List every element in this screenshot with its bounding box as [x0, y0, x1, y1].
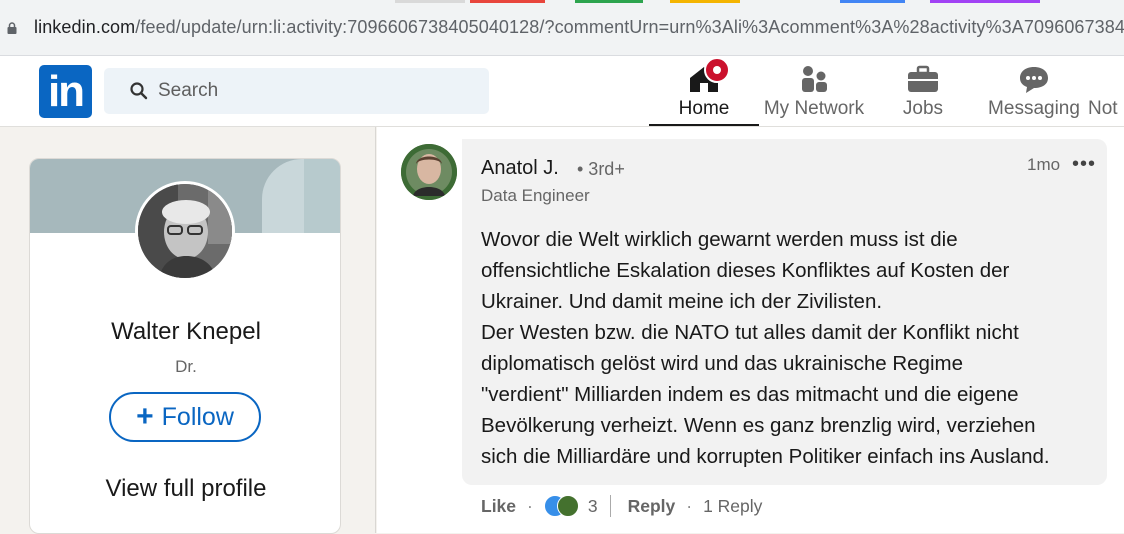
comment-timestamp: 1mo	[1027, 155, 1061, 174]
reply-button[interactable]: Reply	[628, 496, 676, 517]
comment-line: Bevölkerung verheizt. Wenn es ganz brenz…	[481, 414, 1036, 437]
reaction-icons[interactable]	[543, 495, 582, 517]
profile-card: Walter Knepel Dr. + Follow View full pro…	[29, 158, 341, 534]
portrait-image	[138, 184, 232, 278]
nav-notifications-label: Not	[1088, 98, 1118, 119]
commenter-avatar[interactable]	[401, 144, 457, 200]
nav-home-label: Home	[678, 98, 730, 119]
people-icon	[802, 66, 827, 92]
profile-name[interactable]: Walter Knepel	[30, 318, 340, 346]
nav-jobs[interactable]: Jobs	[878, 56, 968, 126]
like-button[interactable]: Like	[481, 496, 516, 517]
comment-thread: Anatol J. • 3rd+ Data Engineer 1mo ••• W…	[377, 127, 1124, 533]
comment-line: diplomatisch gelöst wird und das ukraini…	[481, 352, 963, 375]
url-text[interactable]: linkedin.com/feed/update/urn:li:activity…	[34, 17, 1124, 38]
view-full-profile-link[interactable]: View full profile	[30, 475, 340, 503]
notification-badge	[704, 57, 730, 83]
comment-line: Der Westen bzw. die NATO tut alles damit…	[481, 321, 1019, 344]
plus-icon: +	[136, 400, 154, 433]
reply-count-link[interactable]: 1 Reply	[703, 496, 762, 517]
comment-author[interactable]: Anatol J.	[481, 157, 559, 180]
search-icon	[130, 82, 148, 100]
briefcase-icon	[908, 65, 938, 92]
nav-messaging-label: Messaging	[988, 98, 1080, 119]
nav-jobs-label: Jobs	[902, 98, 944, 119]
nav-my-network[interactable]: My Network	[760, 56, 868, 126]
connection-degree: • 3rd+	[577, 159, 625, 179]
lock-icon	[7, 22, 17, 34]
comment-line: "verdient" Milliarden indem es das mitma…	[481, 383, 1019, 406]
comment-line: offensichtliche Eskalation dieses Konfli…	[481, 259, 1010, 282]
browser-tab-strip	[0, 0, 1124, 4]
support-reaction-icon	[556, 495, 579, 517]
separator-dot: ·	[686, 495, 693, 516]
comment-line: Ukrainer. Und damit meine ich der Zivili…	[481, 290, 883, 313]
avatar[interactable]	[135, 181, 235, 281]
linkedin-logo[interactable]: in	[39, 65, 92, 118]
comment-line: sich die Milliardäre und korrupten Polit…	[481, 445, 1050, 468]
comment-actions: Like · 3 Reply · 1 Reply	[481, 493, 762, 519]
nav-notifications[interactable]: Not	[1088, 56, 1124, 126]
nav-messaging[interactable]: Messaging	[985, 56, 1083, 126]
nav-my-network-label: My Network	[763, 98, 865, 119]
comment-line: Wovor die Welt wirklich gewarnt werden m…	[481, 228, 958, 251]
left-sidebar: Walter Knepel Dr. + Follow View full pro…	[0, 127, 376, 534]
search-input[interactable]	[158, 68, 478, 114]
search-box[interactable]	[104, 68, 489, 114]
separator-dot: ·	[527, 495, 533, 516]
commenter-portrait	[401, 144, 457, 200]
profile-title: Dr.	[175, 357, 197, 376]
browser-address-bar: linkedin.com/feed/update/urn:li:activity…	[0, 0, 1124, 56]
url-path: /feed/update/urn:li:activity:70966067384…	[135, 17, 1124, 37]
divider	[609, 495, 611, 517]
follow-button[interactable]: + Follow	[109, 392, 261, 442]
comment-author-headline: Data Engineer	[481, 186, 590, 205]
comment-text: Wovor die Welt wirklich gewarnt werden m…	[481, 224, 1096, 472]
reaction-count[interactable]: 3	[588, 496, 598, 517]
url-host: linkedin.com	[34, 17, 136, 37]
comment-bubble: Anatol J. • 3rd+ Data Engineer 1mo ••• W…	[462, 139, 1107, 485]
more-options-icon[interactable]: •••	[1072, 153, 1096, 176]
top-navigation: in Home My Network Jobs	[0, 56, 1124, 127]
follow-label: Follow	[161, 402, 234, 431]
chat-icon	[1020, 67, 1048, 93]
